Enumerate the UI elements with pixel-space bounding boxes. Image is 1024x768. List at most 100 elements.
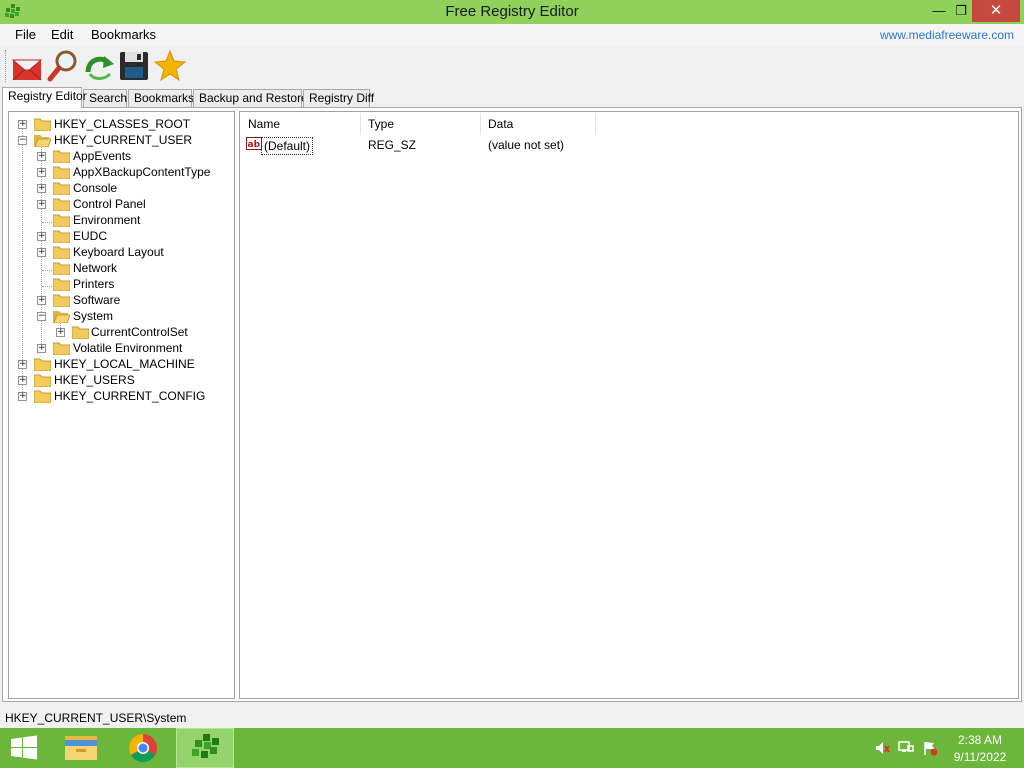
star-icon — [153, 49, 187, 82]
refresh-button[interactable] — [82, 48, 116, 84]
folder-open-icon — [53, 311, 70, 323]
value-type: REG_SZ — [368, 138, 417, 152]
tree-node-label: System — [73, 309, 114, 323]
tree-node-label: CurrentControlSet — [91, 325, 188, 339]
folder-icon — [34, 118, 51, 131]
value-name: (Default) — [261, 137, 314, 155]
values-list[interactable]: Name Type Data ab (Default) REG_SZ (valu… — [239, 111, 1019, 699]
tree-node-label: Environment — [73, 213, 141, 227]
folder-open-icon — [34, 135, 51, 147]
tree-node-label: Software — [73, 293, 121, 307]
expand-icon[interactable]: + — [18, 392, 27, 401]
tree-guide-line — [42, 222, 52, 223]
save-icon — [120, 52, 148, 80]
folder-icon — [53, 214, 70, 227]
collapse-icon[interactable]: − — [18, 136, 27, 145]
tab-search[interactable]: Search — [83, 89, 127, 107]
tree-node-label: HKEY_CURRENT_USER — [54, 133, 193, 147]
registry-editor-taskbar-button[interactable] — [176, 728, 234, 768]
search-button[interactable] — [46, 48, 80, 84]
clock-date[interactable]: 9/11/2022 — [950, 750, 1010, 764]
clock-time[interactable]: 2:38 AM — [950, 733, 1010, 747]
folder-icon — [53, 294, 70, 307]
website-link[interactable]: www.mediafreeware.com — [880, 28, 1014, 42]
search-icon — [47, 50, 77, 82]
tree-node-label: AppEvents — [73, 149, 132, 163]
column-header-data[interactable]: Data — [481, 113, 596, 135]
expand-icon[interactable]: + — [37, 232, 46, 241]
folder-icon — [53, 150, 70, 163]
folder-icon — [53, 246, 70, 259]
folder-icon — [34, 358, 51, 371]
expand-icon[interactable]: + — [37, 344, 46, 353]
tree-node-label: Volatile Environment — [73, 341, 183, 355]
expand-icon[interactable]: + — [18, 376, 27, 385]
registry-tree[interactable]: + HKEY_CLASSES_ROOT − HKEY_CURRENT_USER … — [8, 111, 235, 699]
chrome-taskbar-button[interactable] — [120, 728, 166, 768]
app-window: File Edit Bookmarks www.mediafreeware.co… — [0, 24, 1024, 728]
expand-icon[interactable]: + — [37, 296, 46, 305]
tree-guide-line — [42, 286, 52, 287]
tree-node-label: HKEY_LOCAL_MACHINE — [54, 357, 195, 371]
expand-icon[interactable]: + — [18, 120, 27, 129]
expand-icon[interactable]: + — [37, 168, 46, 177]
menu-bar: File Edit Bookmarks www.mediafreeware.co… — [0, 24, 1024, 46]
close-button[interactable]: ✕ — [972, 0, 1020, 22]
tree-node-label: HKEY_CURRENT_CONFIG — [54, 389, 206, 403]
tree-node-label: Printers — [73, 277, 115, 291]
expand-icon[interactable]: + — [18, 360, 27, 369]
toolbar-grip — [5, 50, 6, 82]
folder-icon — [53, 262, 70, 275]
collapse-icon[interactable]: − — [37, 312, 46, 321]
column-header-name[interactable]: Name — [241, 113, 361, 135]
folder-icon — [53, 230, 70, 243]
tree-node-label: Control Panel — [73, 197, 146, 211]
column-header-type[interactable]: Type — [361, 113, 481, 135]
chrome-icon — [129, 734, 157, 762]
folder-icon — [53, 182, 70, 195]
folder-icon — [34, 374, 51, 387]
tab-strip: Registry Editor Search Bookmarks Backup … — [0, 87, 1024, 108]
expand-icon[interactable]: + — [37, 200, 46, 209]
folder-icon — [53, 166, 70, 179]
bookmark-button[interactable] — [153, 48, 187, 84]
expand-icon[interactable]: + — [37, 248, 46, 257]
mail-icon — [11, 59, 43, 81]
start-button[interactable] — [0, 728, 48, 768]
tab-bookmarks[interactable]: Bookmarks — [128, 89, 194, 107]
tree-node-label: HKEY_CLASSES_ROOT — [54, 117, 191, 131]
file-explorer-taskbar-button[interactable] — [58, 728, 104, 768]
expand-icon[interactable]: + — [37, 152, 46, 161]
svg-text:ab: ab — [248, 140, 261, 150]
windows-logo-icon — [11, 735, 37, 760]
tree-guide-line — [42, 270, 52, 271]
network-icon[interactable] — [898, 740, 914, 756]
taskbar: 2:38 AM 9/11/2022 — [0, 728, 1024, 768]
tab-backup-and-restore[interactable]: Backup and Restore — [193, 89, 308, 107]
refresh-icon — [85, 56, 114, 80]
tree-node-label: HKEY_USERS — [54, 373, 135, 387]
menu-bookmarks[interactable]: Bookmarks — [91, 27, 156, 42]
menu-edit[interactable]: Edit — [51, 27, 73, 42]
folder-icon — [34, 390, 51, 403]
tree-node-label: Keyboard Layout — [73, 245, 164, 259]
window-title: Free Registry Editor — [445, 3, 579, 20]
tree-node-label: Console — [73, 181, 118, 195]
save-button[interactable] — [117, 48, 151, 84]
folder-icon — [53, 342, 70, 355]
list-row[interactable]: ab (Default) REG_SZ (value not set) — [241, 136, 1019, 155]
registry-app-icon — [192, 734, 219, 758]
tab-registry-editor[interactable]: Registry Editor — [2, 87, 87, 108]
tree-guide-line — [22, 126, 23, 398]
status-bar: HKEY_CURRENT_USER\System — [0, 708, 1024, 728]
tree-node-label: EUDC — [73, 229, 108, 243]
volume-muted-icon[interactable] — [874, 740, 890, 756]
tab-registry-diff[interactable]: Registry Diff — [303, 89, 374, 107]
string-value-icon: ab — [246, 137, 262, 150]
title-bar: Free Registry Editor — ❐ ✕ — [0, 0, 1024, 24]
mail-button[interactable] — [10, 48, 44, 84]
expand-icon[interactable]: + — [56, 328, 65, 337]
menu-file[interactable]: File — [15, 27, 36, 42]
expand-icon[interactable]: + — [37, 184, 46, 193]
action-center-flag-icon[interactable] — [922, 740, 938, 756]
